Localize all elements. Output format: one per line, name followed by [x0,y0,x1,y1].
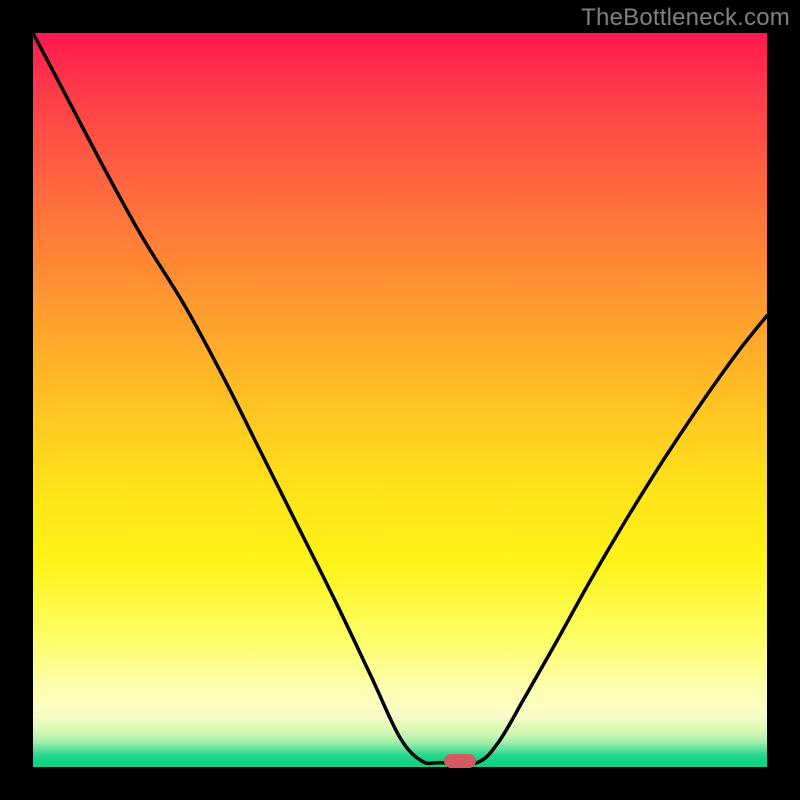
bottleneck-curve [33,33,767,767]
chart-frame: TheBottleneck.com [0,0,800,800]
sweet-spot-marker [444,754,476,768]
plot-area [33,33,767,767]
watermark-text: TheBottleneck.com [581,4,790,32]
